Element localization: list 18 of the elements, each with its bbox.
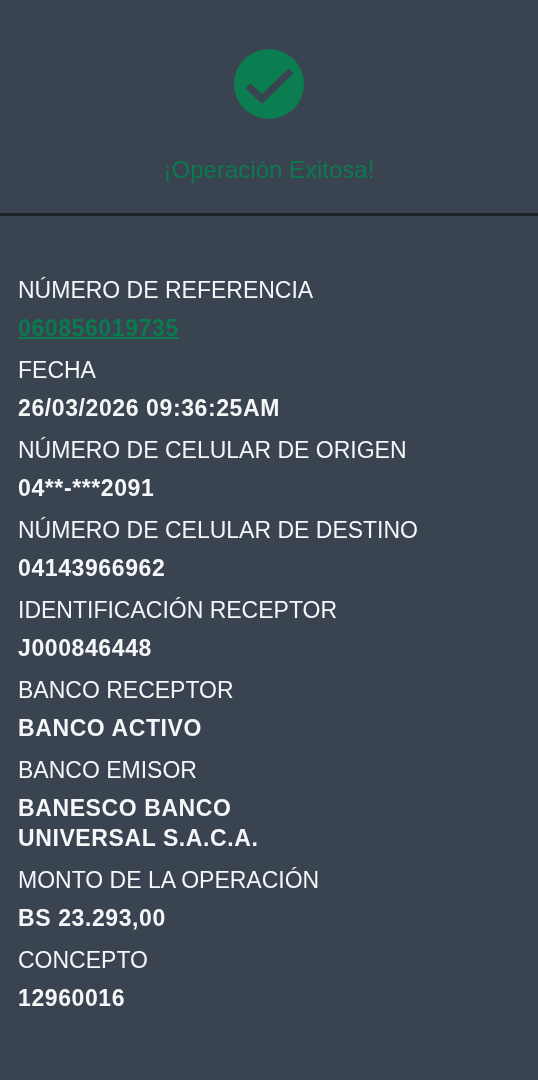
field-value: J000846448 bbox=[18, 635, 152, 661]
field-label: NÚMERO DE CELULAR DE ORIGEN bbox=[18, 436, 408, 464]
field-value: BANESCO BANCO UNIVERSAL S.A.C.A. bbox=[18, 795, 259, 851]
field-label: NÚMERO DE CELULAR DE DESTINO bbox=[18, 516, 419, 544]
field-value: 04**-***2091 bbox=[18, 475, 155, 501]
field-label: MONTO DE LA OPERACIÓN bbox=[18, 866, 321, 894]
field-value: 12960016 bbox=[18, 985, 126, 1011]
check-icon bbox=[234, 49, 304, 119]
field-value: BS 23.293,00 bbox=[18, 905, 166, 931]
field-value: BANCO ACTIVO bbox=[18, 715, 202, 741]
field-label: CONCEPTO bbox=[18, 946, 149, 974]
field-value: 04143966962 bbox=[18, 555, 166, 581]
field-label: NÚMERO DE REFERENCIA bbox=[18, 276, 315, 304]
field-label: BANCO EMISOR bbox=[18, 756, 198, 784]
field-label: IDENTIFICACIÓN RECEPTOR bbox=[18, 596, 339, 624]
field-label: BANCO RECEPTOR bbox=[18, 676, 235, 704]
field-label: FECHA bbox=[18, 356, 97, 384]
field-value: 26/03/2026 09:36:25AM bbox=[18, 395, 280, 421]
